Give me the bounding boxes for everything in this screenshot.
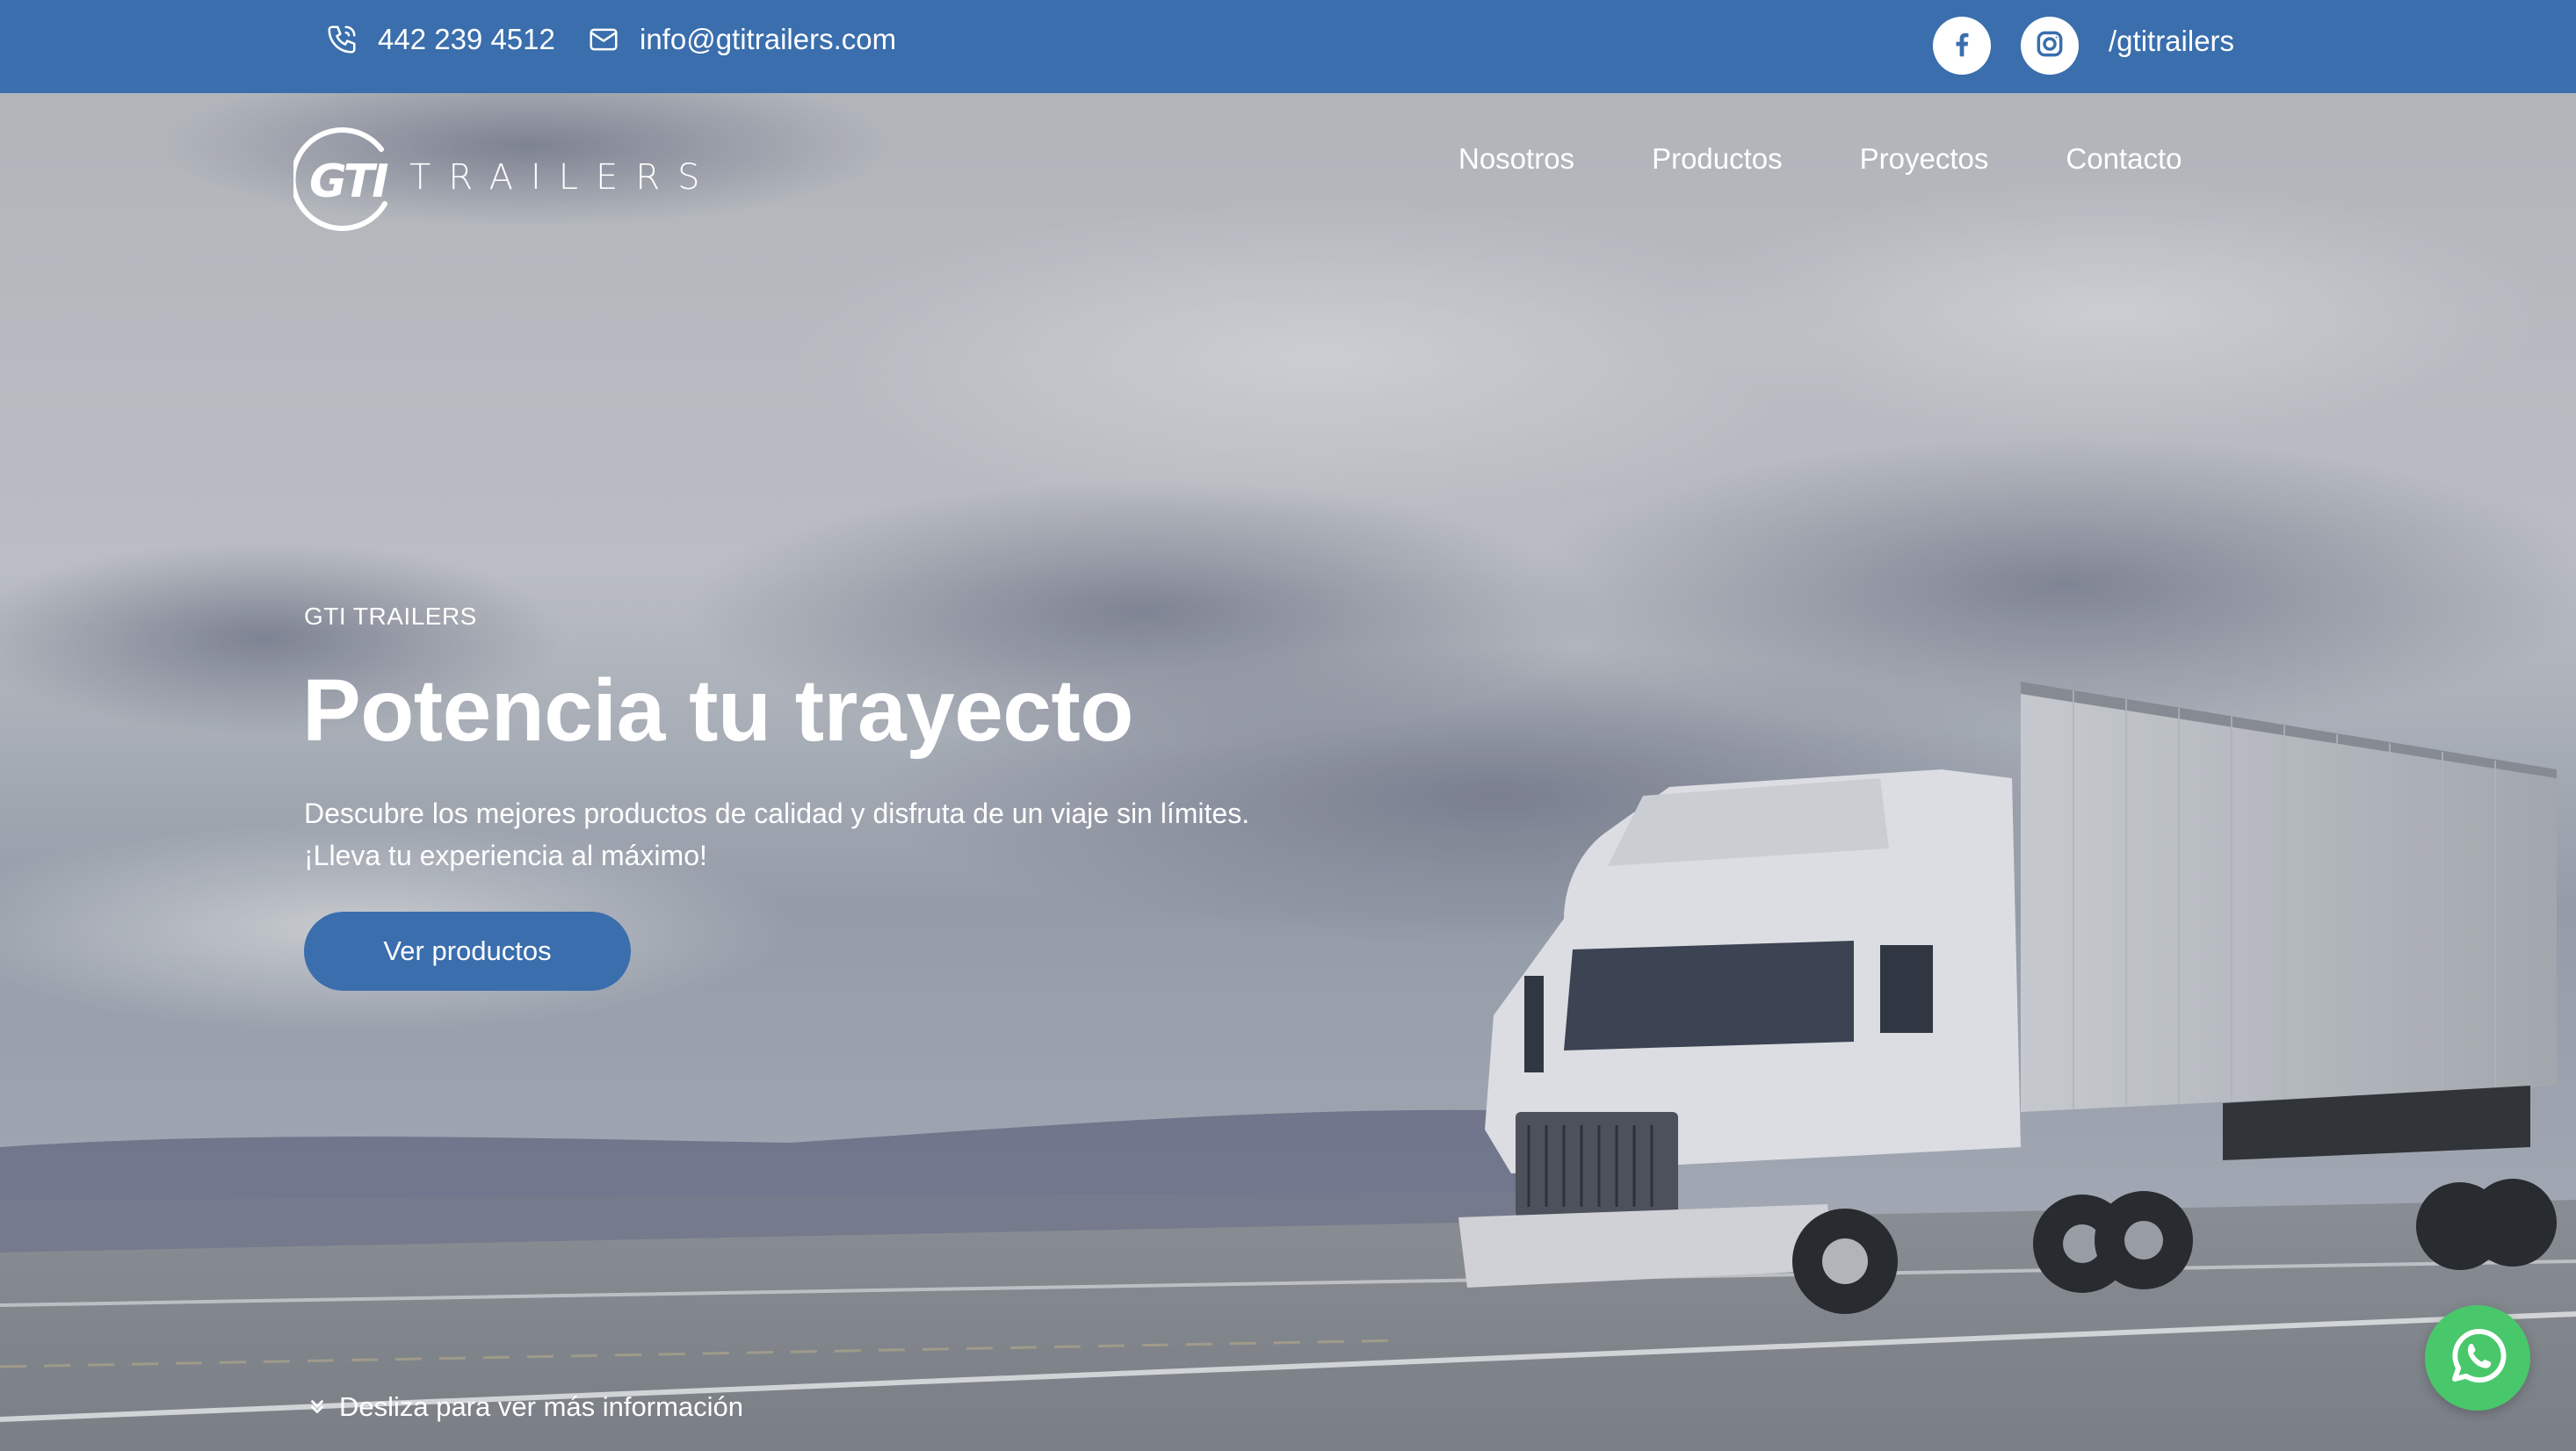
whatsapp-icon (2443, 1322, 2512, 1395)
main-nav: Nosotros Productos Proyectos Contacto (1458, 142, 2182, 176)
nav-contacto[interactable]: Contacto (2066, 142, 2182, 176)
email-address: info@gtitrailers.com (640, 23, 897, 55)
scroll-hint[interactable]: Desliza para ver más información (308, 1391, 743, 1423)
ver-productos-button[interactable]: Ver productos (304, 912, 631, 991)
facebook-button[interactable] (1933, 17, 1991, 75)
facebook-icon (1945, 27, 1979, 65)
logo-mark-text: GTI (309, 155, 388, 208)
mail-icon (587, 23, 620, 56)
instagram-icon (2033, 27, 2066, 65)
hero-section: GTI TRAILERS Nosotros Productos Proyecto… (0, 93, 2576, 1451)
instagram-button[interactable] (2021, 17, 2079, 75)
gti-logo-mark: GTI (293, 127, 391, 231)
email-link[interactable]: info@gtitrailers.com (587, 0, 896, 79)
nav-proyectos[interactable]: Proyectos (1860, 142, 1989, 176)
double-chevron-down-icon (308, 1397, 327, 1417)
nav-productos[interactable]: Productos (1652, 142, 1783, 176)
hero-eyebrow: GTI TRAILERS (304, 603, 477, 630)
hero-description: Descubre los mejores productos de calida… (304, 792, 1446, 877)
hero-headline: Potencia tu trayecto (302, 661, 1133, 760)
hero-description-line-1: Descubre los mejores productos de calida… (304, 798, 1250, 829)
site-logo[interactable]: GTI TRAILERS (293, 123, 718, 232)
scroll-hint-text: Desliza para ver más información (339, 1391, 744, 1422)
hero-description-line-2: ¡Lleva tu experiencia al máximo! (304, 840, 707, 871)
social-handle[interactable]: /gtitrailers (2109, 25, 2234, 58)
nav-nosotros[interactable]: Nosotros (1458, 142, 1574, 176)
whatsapp-button[interactable] (2425, 1305, 2530, 1411)
logo-wordmark: TRAILERS (409, 157, 718, 198)
phone-number: 442 239 4512 (378, 23, 555, 55)
top-contact-bar: 442 239 4512 info@gtitrailers.com /gtitr… (0, 0, 2576, 93)
hero-background-image (0, 93, 2576, 1451)
phone-link[interactable]: 442 239 4512 (325, 0, 555, 79)
phone-icon (325, 23, 358, 56)
